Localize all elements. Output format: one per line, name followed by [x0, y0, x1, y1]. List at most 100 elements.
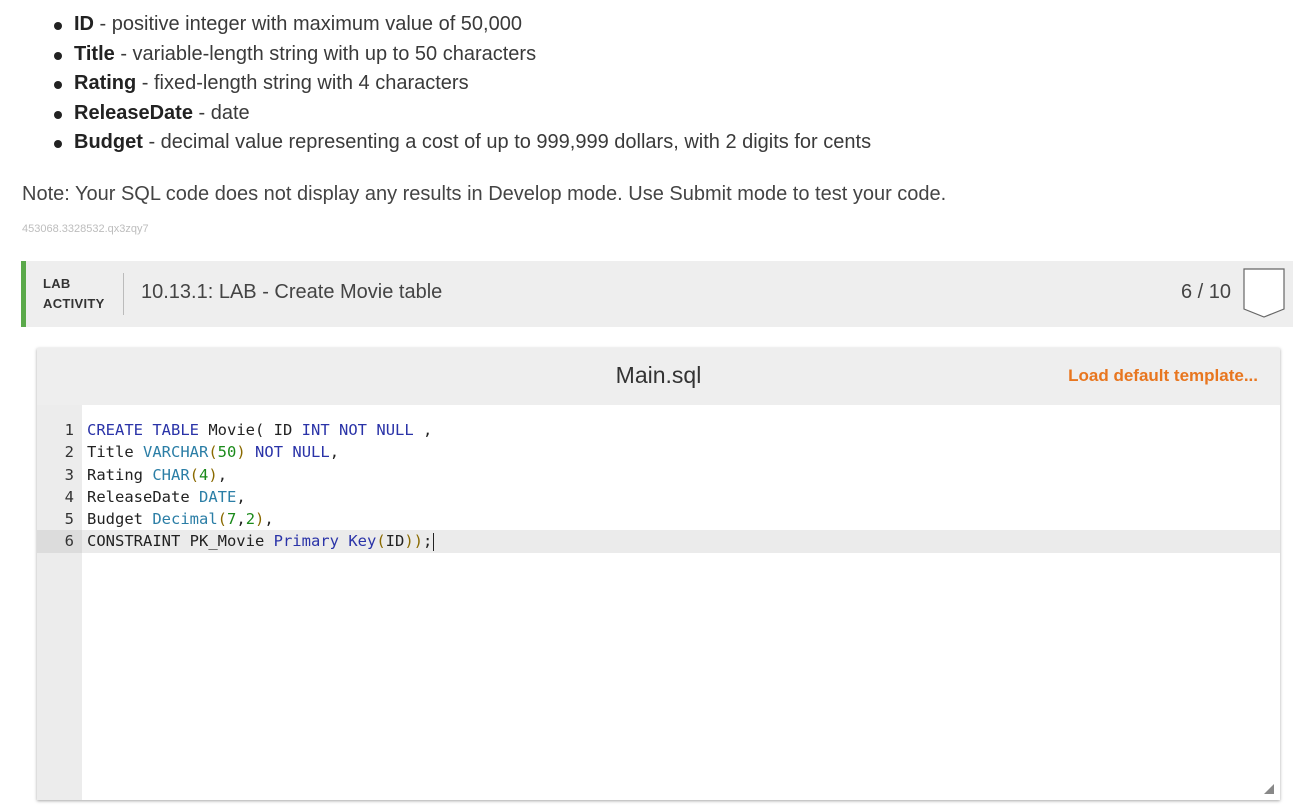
code-token: ( — [376, 532, 386, 551]
code-token: Primary — [273, 532, 339, 551]
line-number: 6 — [37, 530, 82, 553]
code-token: Movie( ID — [199, 421, 302, 439]
code-token: ( — [208, 443, 218, 462]
requirement-item: Title - variable-length string with up t… — [52, 40, 871, 70]
code-editor: Main.sql Load default template... 1 CREAT… — [37, 348, 1280, 800]
code-token: VARCHAR — [143, 443, 209, 462]
line-number: 4 — [64, 487, 74, 506]
code-token: CONSTRAINT PK_Movie — [87, 532, 274, 551]
requirement-desc: - variable-length string with up to 50 c… — [114, 42, 537, 65]
code-text: Title VARCHAR(50) NOT NULL, — [87, 441, 339, 463]
lab-score: 6 / 10 — [1180, 281, 1231, 303]
header-divider — [123, 273, 124, 315]
editor-toolbar: Main.sql Load default template... — [37, 348, 1280, 405]
requirement-desc: - decimal value representing a cost of u… — [142, 131, 872, 154]
code-text: ReleaseDate DATE, — [87, 486, 246, 508]
code-line[interactable]: 4 ReleaseDate DATE, — [37, 486, 1280, 508]
code-token: ( — [217, 510, 227, 529]
code-text: CREATE TABLE Movie( ID INT NOT NULL , — [87, 419, 432, 441]
code-token: Decimal — [152, 510, 218, 529]
content-identifier: 453068.3328532.qx3zqy7 — [22, 223, 149, 235]
bullet-icon — [54, 81, 62, 90]
requirement-item: ReleaseDate - date — [52, 99, 871, 129]
code-token: Rating — [87, 465, 153, 484]
bullet-icon — [54, 51, 62, 60]
line-number: 1 — [64, 421, 74, 439]
text-cursor — [433, 532, 435, 551]
bullet-icon — [54, 110, 62, 119]
bullet-icon — [54, 140, 62, 149]
line-number: 5 — [64, 510, 74, 529]
code-line[interactable]: 3 Rating CHAR(4), — [37, 464, 1280, 486]
line-number: 3 — [64, 465, 74, 484]
code-token: ; — [423, 532, 433, 551]
code-token: NOT — [255, 443, 284, 462]
code-text: CONSTRAINT PK_Movie Primary Key(ID)); — [87, 530, 435, 552]
requirement-term: ID — [74, 13, 94, 35]
code-token: )) — [404, 532, 423, 551]
code-token: 50 — [217, 443, 237, 462]
code-token: CHAR — [152, 465, 190, 484]
lab-activity-header: LAB ACTIVITY 10.13.1: LAB - Create Movie… — [21, 261, 1293, 327]
requirements-list: ID - positive integer with maximum value… — [52, 10, 871, 158]
develop-mode-note: Note: Your SQL code does not display any… — [22, 183, 947, 205]
lab-tag-line2: ACTIVITY — [43, 296, 105, 311]
score-badge-icon — [1243, 268, 1285, 318]
requirement-term: Budget — [74, 131, 143, 154]
code-token: 2 — [245, 510, 256, 529]
code-token: , — [413, 421, 433, 439]
code-token: NOT — [339, 421, 368, 439]
requirement-desc: - positive integer with maximum value of… — [94, 13, 522, 35]
code-token: Title — [87, 443, 143, 462]
requirement-term: ReleaseDate — [74, 101, 193, 124]
load-default-template-button[interactable]: Load default template... — [1068, 366, 1258, 386]
code-token: , — [217, 465, 228, 484]
requirement-term: Title — [74, 42, 115, 65]
code-token: NULL — [376, 421, 414, 439]
code-token: 4 — [199, 465, 209, 484]
code-token: , — [329, 443, 340, 462]
code-token: NULL — [292, 443, 330, 462]
code-token: ) — [236, 443, 246, 462]
code-token: ID — [385, 532, 405, 551]
lab-tag-line1: LAB — [43, 276, 71, 291]
code-text: Rating CHAR(4), — [87, 464, 227, 486]
code-text: Budget Decimal(7,2), — [87, 508, 274, 530]
requirement-item: Budget - decimal value representing a co… — [52, 128, 871, 158]
requirement-item: ID - positive integer with maximum value… — [52, 10, 871, 40]
code-line[interactable]: 6 CONSTRAINT PK_Movie Primary Key(ID)); — [37, 530, 1280, 553]
code-token: INT — [301, 421, 330, 439]
code-token: ReleaseDate — [87, 487, 199, 506]
code-line[interactable]: 2 Title VARCHAR(50) NOT NULL, — [37, 441, 1280, 463]
requirement-term: Rating — [74, 72, 137, 95]
code-token: TABLE — [152, 421, 200, 439]
lab-activity-tag: LAB ACTIVITY — [43, 274, 105, 314]
code-token: , — [264, 510, 274, 529]
resize-handle-icon[interactable] — [1264, 784, 1274, 794]
bullet-icon — [54, 22, 62, 30]
code-token: Key — [348, 532, 377, 551]
code-area[interactable]: 1 CREATE TABLE Movie( ID INT NOT NULL ,2T… — [37, 419, 1280, 553]
code-token: , — [236, 487, 246, 506]
code-token: Budget — [87, 510, 153, 529]
lab-title: 10.13.1: LAB - Create Movie table — [141, 281, 443, 303]
code-token: 7 — [227, 510, 237, 529]
code-token: , — [236, 510, 246, 529]
code-line[interactable]: 5 Budget Decimal(7,2), — [37, 508, 1280, 530]
code-token: ) — [255, 510, 265, 529]
requirement-desc: - fixed-length string with 4 characters — [136, 72, 469, 95]
code-line[interactable]: 1 CREATE TABLE Movie( ID INT NOT NULL , — [37, 419, 1280, 441]
requirement-desc: - date — [192, 101, 250, 124]
code-token: ) — [208, 465, 218, 484]
code-token: DATE — [198, 487, 237, 506]
requirement-item: Rating - fixed-length string with 4 char… — [52, 69, 871, 99]
line-number: 2 — [64, 443, 74, 462]
code-token: ( — [189, 465, 199, 484]
code-token: CREATE — [87, 421, 143, 439]
